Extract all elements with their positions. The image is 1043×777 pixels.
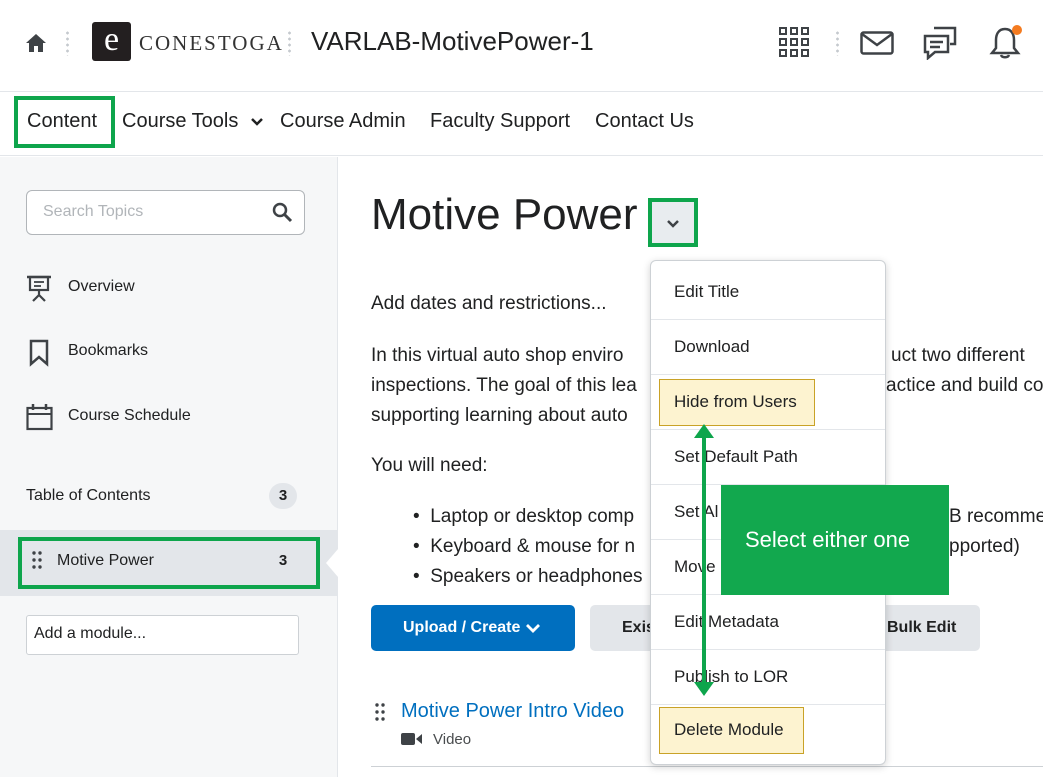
- list-item: • Speakers or headphones: [413, 566, 643, 587]
- module-options-button[interactable]: [648, 198, 698, 247]
- presentation-icon: [27, 275, 51, 302]
- search-placeholder: Search Topics: [43, 203, 144, 220]
- callout-text: Select either one: [745, 527, 911, 552]
- conestoga-logo[interactable]: e: [92, 22, 131, 61]
- bookmark-icon: [29, 339, 49, 367]
- toc-count-badge: 3: [269, 483, 297, 509]
- nav-course-tools-label: Course Tools: [122, 110, 239, 132]
- chat-icon[interactable]: [922, 26, 958, 60]
- sidebar-item-overview[interactable]: Overview: [68, 278, 135, 296]
- nav-bar: Content Course Tools Course Admin Facult…: [0, 93, 1043, 156]
- menu-item-label: Delete Module: [674, 720, 784, 739]
- sidebar-item-bookmarks[interactable]: Bookmarks: [68, 342, 148, 360]
- menu-item-edit-metadata[interactable]: Edit Metadata: [651, 595, 885, 650]
- double-arrow-annotation: [694, 424, 714, 696]
- description-line-2: inspections. The goal of this lea: [371, 375, 637, 396]
- topic-title-link[interactable]: Motive Power Intro Video: [401, 700, 624, 723]
- search-icon[interactable]: [272, 202, 294, 224]
- upload-create-button[interactable]: Upload / Create: [371, 605, 575, 651]
- description-line-1-tail: uct two different: [891, 345, 1025, 366]
- description-line-2-tail: actice and build co: [886, 375, 1043, 396]
- divider: [288, 30, 291, 56]
- bulk-edit-label: Bulk Edit: [887, 619, 957, 636]
- search-input[interactable]: Search Topics: [26, 190, 305, 235]
- menu-item-download[interactable]: Download: [651, 320, 885, 375]
- module-highlight-box: [18, 537, 320, 589]
- content-highlight-box: [14, 96, 115, 148]
- top-bar: e CONESTOGA VARLAB-MotivePower-1: [0, 0, 1043, 92]
- video-icon: [401, 733, 422, 745]
- menu-item-set-default-path[interactable]: Set Default Path: [651, 430, 885, 485]
- select-either-callout: Select either one: [721, 485, 949, 595]
- nav-course-tools[interactable]: Course Tools: [122, 110, 264, 133]
- upload-create-label: Upload / Create: [403, 619, 521, 636]
- calendar-icon: [26, 404, 53, 431]
- chevron-down-icon: [251, 118, 263, 126]
- nav-course-admin[interactable]: Course Admin: [280, 110, 406, 133]
- drag-handle-icon[interactable]: [375, 703, 385, 721]
- topic-type-label: Video: [433, 731, 472, 748]
- menu-item-label: Edit Metadata: [674, 612, 779, 631]
- nav-contact-us[interactable]: Contact Us: [595, 110, 694, 133]
- bullet-text: Speakers or headphones: [430, 566, 643, 587]
- list-item: • Laptop or desktop comp: [413, 506, 635, 527]
- bullet-text: Keyboard & mouse for n: [430, 536, 636, 557]
- menu-item-hide-from-users[interactable]: Hide from Users: [651, 375, 885, 430]
- bell-icon[interactable]: [989, 24, 1025, 60]
- menu-item-label: Edit Title: [674, 282, 740, 301]
- module-notch: [326, 549, 338, 577]
- sidebar-item-course-schedule[interactable]: Course Schedule: [68, 407, 191, 425]
- toc-label[interactable]: Table of Contents: [26, 487, 151, 505]
- nav-faculty-support[interactable]: Faculty Support: [430, 110, 570, 133]
- menu-item-edit-title[interactable]: Edit Title: [651, 265, 885, 320]
- course-title[interactable]: VARLAB-MotivePower-1: [311, 26, 594, 57]
- chevron-down-icon: [526, 624, 540, 633]
- bullet-2-tail: pported): [949, 536, 1020, 557]
- add-dates-link[interactable]: Add dates and restrictions...: [371, 293, 607, 315]
- mail-icon[interactable]: [860, 31, 894, 55]
- add-module-input[interactable]: Add a module...: [26, 615, 299, 655]
- menu-item-label: Download: [674, 337, 750, 356]
- home-icon[interactable]: [25, 33, 47, 53]
- logo-text: CONESTOGA: [139, 31, 284, 55]
- divider: [836, 30, 839, 56]
- bullet-text: Laptop or desktop comp: [430, 506, 635, 527]
- you-will-need-label: You will need:: [371, 455, 488, 476]
- list-item: • Keyboard & mouse for n: [413, 536, 636, 557]
- description-line-3: supporting learning about auto: [371, 405, 628, 426]
- page-title: Motive Power: [371, 190, 638, 239]
- app-grid-icon[interactable]: [779, 27, 809, 57]
- chevron-down-icon: [667, 220, 679, 228]
- menu-item-publish-to-lor[interactable]: Publish to LOR: [651, 650, 885, 705]
- sidebar: [0, 157, 338, 777]
- menu-item-delete-module[interactable]: Delete Module: [651, 705, 885, 760]
- divider: [66, 30, 69, 56]
- description-line-1: In this virtual auto shop enviro: [371, 345, 624, 366]
- divider: [371, 766, 1043, 767]
- menu-item-label: Hide from Users: [674, 392, 797, 411]
- bullet-1-tail: B recomme: [949, 506, 1043, 527]
